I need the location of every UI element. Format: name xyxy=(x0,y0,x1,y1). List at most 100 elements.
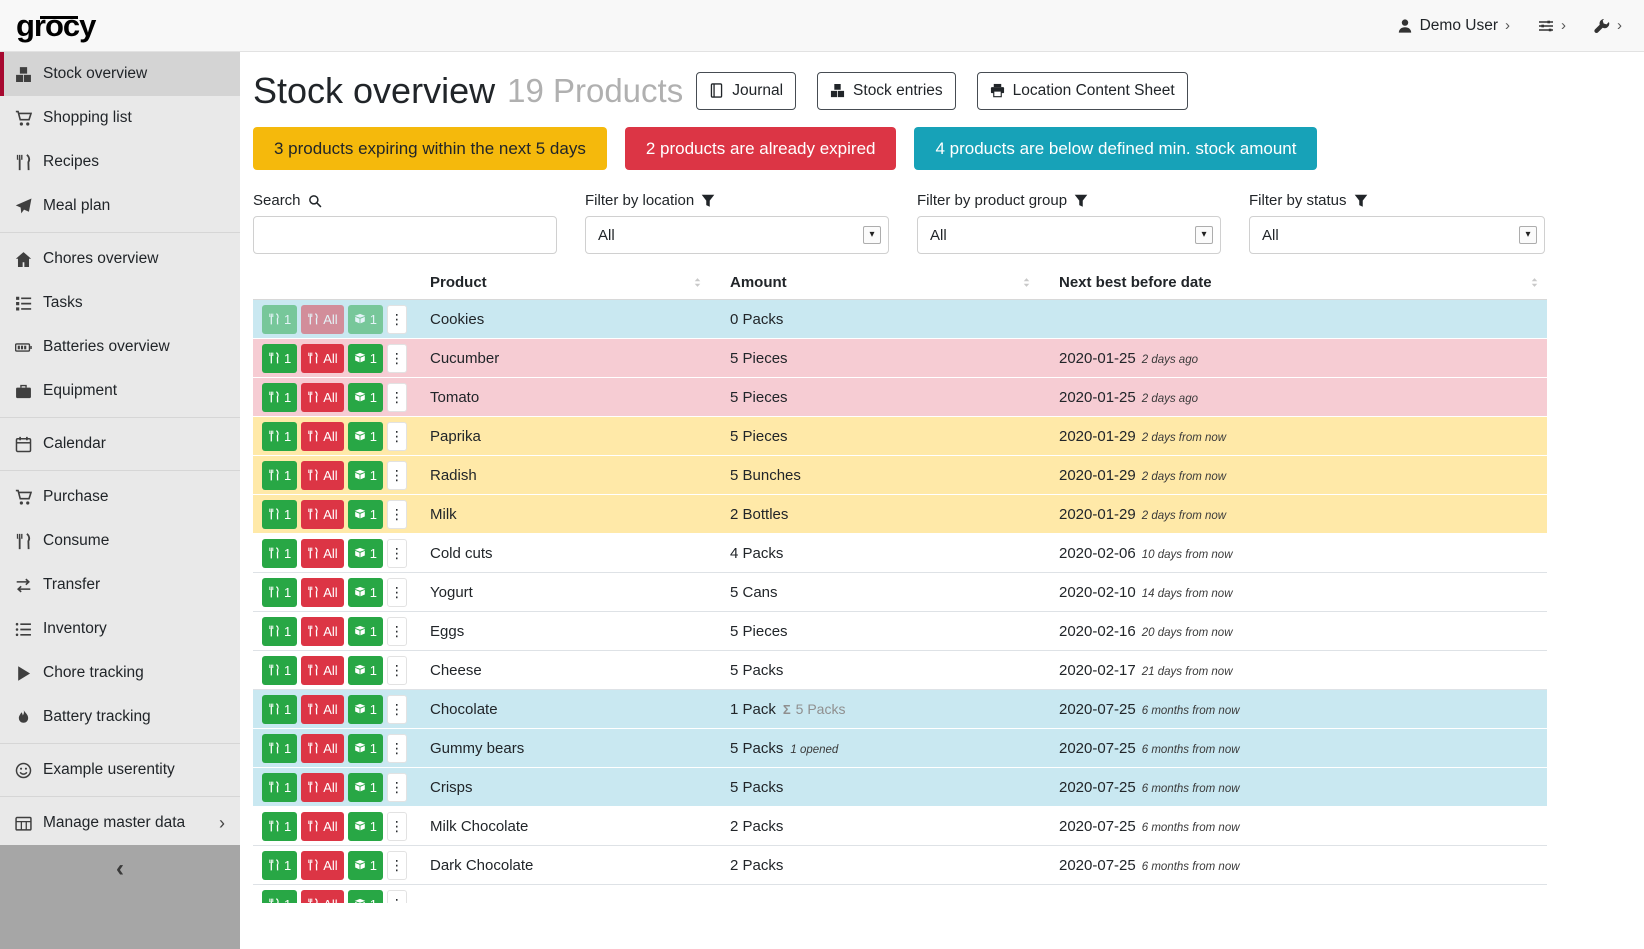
consume-all-button[interactable]: All xyxy=(301,656,343,685)
app-logo[interactable]: grocy xyxy=(16,8,95,44)
consume-one-button[interactable]: 1 xyxy=(262,539,297,568)
consume-one-button[interactable]: 1 xyxy=(262,344,297,373)
row-menu-button[interactable]: ⋮ xyxy=(387,617,407,646)
open-one-button[interactable]: 1 xyxy=(348,539,383,568)
sidebar-item-example-userentity[interactable]: Example userentity xyxy=(0,748,240,792)
open-one-button[interactable]: 1 xyxy=(348,422,383,451)
consume-one-button[interactable]: 1 xyxy=(262,851,297,880)
row-menu-button[interactable]: ⋮ xyxy=(387,656,407,685)
consume-one-button[interactable]: 1 xyxy=(262,578,297,607)
consume-one-button[interactable]: 1 xyxy=(262,461,297,490)
consume-all-button[interactable]: All xyxy=(301,461,343,490)
sidebar-item-batteries-overview[interactable]: Batteries overview xyxy=(0,325,240,369)
open-one-button[interactable]: 1 xyxy=(348,773,383,802)
open-one-button[interactable]: 1 xyxy=(348,851,383,880)
consume-one-button[interactable]: 1 xyxy=(262,500,297,529)
location-content-sheet-button[interactable]: Location Content Sheet xyxy=(977,72,1188,110)
sidebar-item-chore-tracking[interactable]: Chore tracking xyxy=(0,651,240,695)
sidebar-item-shopping-list[interactable]: Shopping list xyxy=(0,96,240,140)
column-product[interactable]: Product xyxy=(430,274,730,291)
sidebar-item-recipes[interactable]: Recipes xyxy=(0,140,240,184)
open-one-button[interactable]: 1 xyxy=(348,812,383,841)
column-amount[interactable]: Amount xyxy=(730,274,1059,291)
banner-expiring-soon[interactable]: 3 products expiring within the next 5 da… xyxy=(253,127,607,170)
consume-one-button[interactable]: 1 xyxy=(262,734,297,763)
sidebar-item-meal-plan[interactable]: Meal plan xyxy=(0,184,240,228)
consume-all-button[interactable]: All xyxy=(301,812,343,841)
open-one-button[interactable]: 1 xyxy=(348,500,383,529)
consume-all-button[interactable]: All xyxy=(301,695,343,724)
consume-one-button[interactable]: 1 xyxy=(262,383,297,412)
row-menu-button[interactable]: ⋮ xyxy=(387,851,407,880)
banner-below-min-stock[interactable]: 4 products are below defined min. stock … xyxy=(914,127,1317,170)
row-menu-button[interactable]: ⋮ xyxy=(387,422,407,451)
journal-button[interactable]: Journal xyxy=(696,72,796,110)
consume-all-button[interactable]: All xyxy=(301,383,343,412)
sidebar-item-calendar[interactable]: Calendar xyxy=(0,422,240,466)
consume-all-button[interactable]: All xyxy=(301,500,343,529)
admin-menu[interactable]: › xyxy=(1594,18,1622,34)
row-menu-button[interactable]: ⋮ xyxy=(387,734,407,763)
consume-one-button[interactable]: 1 xyxy=(262,695,297,724)
row-menu-button[interactable]: ⋮ xyxy=(387,461,407,490)
open-one-button[interactable]: 1 xyxy=(348,890,383,904)
open-one-button[interactable]: 1 xyxy=(348,344,383,373)
row-menu-button[interactable]: ⋮ xyxy=(387,578,407,607)
consume-one-button[interactable]: 1 xyxy=(262,617,297,646)
sidebar-item-transfer[interactable]: Transfer xyxy=(0,563,240,607)
sidebar-item-battery-tracking[interactable]: Battery tracking xyxy=(0,695,240,739)
row-menu-button[interactable]: ⋮ xyxy=(387,812,407,841)
consume-all-button[interactable]: All xyxy=(301,890,343,904)
ui-settings-menu[interactable]: › xyxy=(1538,18,1566,34)
sidebar-item-stock-overview[interactable]: Stock overview xyxy=(0,52,240,96)
row-menu-button[interactable]: ⋮ xyxy=(387,383,407,412)
consume-one-button[interactable]: 1 xyxy=(262,305,297,334)
stock-entries-button[interactable]: Stock entries xyxy=(817,72,956,110)
consume-all-button[interactable]: All xyxy=(301,773,343,802)
sidebar-item-tasks[interactable]: Tasks xyxy=(0,281,240,325)
banner-expired[interactable]: 2 products are already expired xyxy=(625,127,897,170)
row-menu-button[interactable]: ⋮ xyxy=(387,539,407,568)
user-menu[interactable]: Demo User › xyxy=(1397,17,1510,35)
consume-all-button[interactable]: All xyxy=(301,578,343,607)
consume-one-button[interactable]: 1 xyxy=(262,656,297,685)
consume-all-button[interactable]: All xyxy=(301,734,343,763)
consume-all-button[interactable]: All xyxy=(301,539,343,568)
open-one-button[interactable]: 1 xyxy=(348,656,383,685)
open-one-button[interactable]: 1 xyxy=(348,578,383,607)
consume-one-button[interactable]: 1 xyxy=(262,812,297,841)
row-menu-button[interactable]: ⋮ xyxy=(387,695,407,724)
sidebar-item-purchase[interactable]: Purchase xyxy=(0,475,240,519)
product-group-select[interactable]: All ▾ xyxy=(917,216,1221,254)
search-input[interactable] xyxy=(253,216,557,254)
row-menu-button[interactable]: ⋮ xyxy=(387,344,407,373)
sidebar-item-equipment[interactable]: Equipment xyxy=(0,369,240,413)
open-one-button[interactable]: 1 xyxy=(348,734,383,763)
sidebar-collapse-button[interactable]: ‹ xyxy=(0,845,240,949)
row-menu-button[interactable]: ⋮ xyxy=(387,305,407,334)
row-menu-button[interactable]: ⋮ xyxy=(387,500,407,529)
sidebar-item-chores-overview[interactable]: Chores overview xyxy=(0,237,240,281)
consume-all-button[interactable]: All xyxy=(301,422,343,451)
date-cell: 2020-01-29 2 days from now xyxy=(1059,506,1547,523)
open-one-button[interactable]: 1 xyxy=(348,383,383,412)
row-menu-button[interactable]: ⋮ xyxy=(387,773,407,802)
consume-one-button[interactable]: 1 xyxy=(262,773,297,802)
open-one-button[interactable]: 1 xyxy=(348,305,383,334)
consume-all-button[interactable]: All xyxy=(301,344,343,373)
location-select[interactable]: All ▾ xyxy=(585,216,889,254)
column-next-best-before-date[interactable]: Next best before date xyxy=(1059,274,1547,291)
consume-one-button[interactable]: 1 xyxy=(262,890,297,904)
consume-all-button[interactable]: All xyxy=(301,851,343,880)
status-select[interactable]: All ▾ xyxy=(1249,216,1545,254)
sidebar-item-manage-master-data[interactable]: Manage master data › xyxy=(0,801,240,845)
open-one-button[interactable]: 1 xyxy=(348,617,383,646)
sidebar-item-inventory[interactable]: Inventory xyxy=(0,607,240,651)
consume-all-button[interactable]: All xyxy=(301,617,343,646)
sidebar-item-consume[interactable]: Consume xyxy=(0,519,240,563)
consume-all-button[interactable]: All xyxy=(301,305,343,334)
consume-one-button[interactable]: 1 xyxy=(262,422,297,451)
open-one-button[interactable]: 1 xyxy=(348,695,383,724)
open-one-button[interactable]: 1 xyxy=(348,461,383,490)
row-menu-button[interactable]: ⋮ xyxy=(387,890,407,904)
